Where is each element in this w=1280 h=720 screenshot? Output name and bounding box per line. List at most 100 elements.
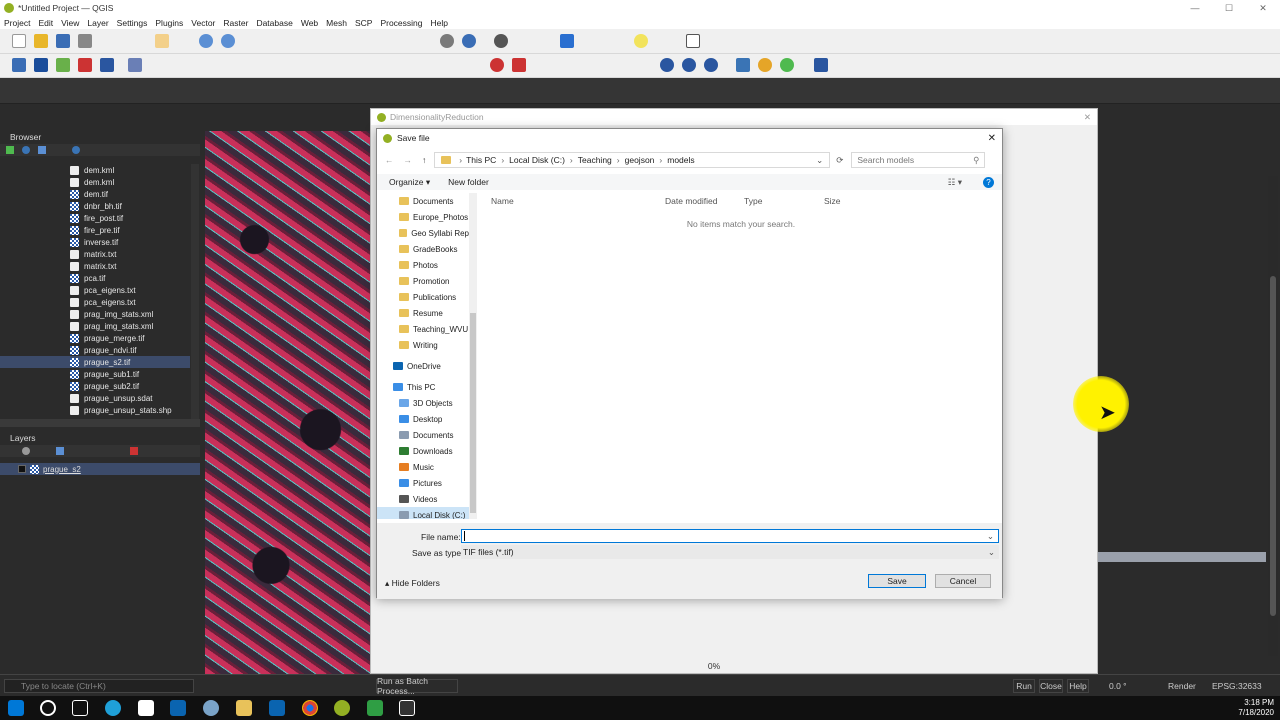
- help-button[interactable]: Help: [1067, 679, 1089, 693]
- browser-item[interactable]: pca.tif: [70, 272, 105, 284]
- browser-item[interactable]: matrix.txt: [70, 260, 116, 272]
- menu-layer[interactable]: Layer: [87, 18, 108, 28]
- add-raster-layer-icon[interactable]: [34, 58, 48, 72]
- deselect-icon[interactable]: [512, 58, 526, 72]
- browser-horizontal-scrollbar[interactable]: [0, 419, 200, 427]
- back-arrow-icon[interactable]: ←: [385, 155, 394, 165]
- save-button[interactable]: Save: [868, 574, 926, 588]
- remove-layer-icon[interactable]: [130, 447, 138, 455]
- close-button[interactable]: Close: [1039, 679, 1063, 693]
- browser-item[interactable]: prag_img_stats.xml: [70, 320, 153, 332]
- clock-icon[interactable]: [440, 34, 454, 48]
- outlook-icon[interactable]: [269, 700, 285, 716]
- nav-item[interactable]: Documents: [377, 193, 469, 209]
- browser-item[interactable]: prague_unsup.sdat: [70, 392, 153, 404]
- menu-help[interactable]: Help: [431, 18, 448, 28]
- browser-item[interactable]: pca_eigens.txt: [70, 296, 136, 308]
- file-name-input[interactable]: ⌄: [461, 529, 999, 543]
- qgis-alt-icon[interactable]: [367, 700, 383, 716]
- nav-item[interactable]: OneDrive: [377, 358, 469, 374]
- new-project-icon[interactable]: [12, 34, 26, 48]
- column-date-modified[interactable]: Date modified: [665, 196, 717, 206]
- clock-date[interactable]: 7/18/2020: [1230, 708, 1274, 717]
- menu-plugins[interactable]: Plugins: [155, 18, 183, 28]
- breadcrumb-local-disk[interactable]: Local Disk (C:): [509, 155, 565, 165]
- nav-item[interactable]: This PC: [377, 379, 469, 395]
- right-scrollbar-thumb[interactable]: [1270, 276, 1276, 616]
- hide-folders-button[interactable]: ▴ Hide Folders: [385, 578, 440, 589]
- print-layout-icon[interactable]: [78, 34, 92, 48]
- add-layer-icon[interactable]: [6, 146, 14, 154]
- globe-icon[interactable]: [660, 58, 674, 72]
- mail-icon[interactable]: [170, 700, 186, 716]
- browser-item[interactable]: prague_s2.tif: [0, 356, 190, 368]
- nav-item[interactable]: Publications: [377, 289, 469, 305]
- menu-scp[interactable]: SCP: [355, 18, 372, 28]
- search-icon[interactable]: [40, 700, 56, 716]
- layer-checkbox[interactable]: [18, 465, 26, 473]
- crs-button[interactable]: EPSG:32633: [1212, 681, 1262, 691]
- python-console-icon[interactable]: [736, 58, 750, 72]
- map-canvas[interactable]: [205, 131, 370, 674]
- maximize-icon[interactable]: ☐: [1212, 0, 1246, 16]
- save-as-type-select[interactable]: TIF files (*.tif) ⌄: [461, 545, 999, 559]
- save-dialog-close-icon[interactable]: ✕: [988, 133, 996, 144]
- digitize-icon[interactable]: [78, 58, 92, 72]
- add-wms-icon[interactable]: [100, 58, 114, 72]
- column-type[interactable]: Type: [744, 196, 762, 206]
- new-folder-button[interactable]: New folder: [448, 177, 489, 187]
- windows-start-icon[interactable]: [8, 700, 24, 716]
- column-name[interactable]: Name: [491, 196, 514, 206]
- save-project-icon[interactable]: [56, 34, 70, 48]
- chevron-down-icon[interactable]: ⌄: [988, 547, 995, 558]
- breadcrumb-this-pc[interactable]: This PC: [466, 155, 496, 165]
- help-icon[interactable]: ?: [983, 176, 994, 188]
- nav-scrollbar-thumb[interactable]: [470, 313, 476, 513]
- menu-web[interactable]: Web: [301, 18, 318, 28]
- processing-close-icon[interactable]: ✕: [1084, 112, 1091, 123]
- qgis-taskbar-icon[interactable]: [334, 700, 350, 716]
- menu-project[interactable]: Project: [4, 18, 30, 28]
- nav-item[interactable]: Promotion: [377, 273, 469, 289]
- globe-3-icon[interactable]: [704, 58, 718, 72]
- open-project-icon[interactable]: [34, 34, 48, 48]
- run-button[interactable]: Run: [1013, 679, 1035, 693]
- identify-icon[interactable]: [494, 34, 508, 48]
- menu-edit[interactable]: Edit: [38, 18, 53, 28]
- settings-gear-icon[interactable]: [560, 34, 574, 48]
- organize-button[interactable]: Organize ▾: [389, 177, 430, 188]
- address-bar[interactable]: › This PC › Local Disk (C:) › Teaching ›…: [434, 152, 831, 168]
- up-arrow-icon[interactable]: ↑: [422, 155, 426, 165]
- view-options-icon[interactable]: ☷ ▾: [948, 177, 962, 188]
- locator-input[interactable]: Type to locate (Ctrl+K): [4, 679, 194, 693]
- edge-icon[interactable]: [105, 700, 121, 716]
- nav-item[interactable]: Geo Syllabi Rep: [377, 225, 469, 241]
- check-geometry-icon[interactable]: [128, 58, 142, 72]
- pan-icon[interactable]: [155, 34, 169, 48]
- add-vector-layer-icon[interactable]: [12, 58, 26, 72]
- close-icon[interactable]: ✕: [1246, 0, 1280, 16]
- task-view-icon[interactable]: [72, 700, 88, 716]
- browser-item[interactable]: fire_pre.tif: [70, 224, 120, 236]
- browser-item[interactable]: matrix.txt: [70, 248, 116, 260]
- filter-legend-icon[interactable]: [56, 447, 64, 455]
- browser-item[interactable]: prague_sub1.tif: [70, 368, 139, 380]
- zoom-in-icon[interactable]: [199, 34, 213, 48]
- nav-item[interactable]: Europe_Photos: [377, 209, 469, 225]
- settings-icon[interactable]: [203, 700, 219, 716]
- annotation-icon[interactable]: [634, 34, 648, 48]
- browser-item[interactable]: inverse.tif: [70, 236, 118, 248]
- cancel-button[interactable]: Cancel: [935, 574, 991, 588]
- rotation-value[interactable]: 0.0 °: [1109, 681, 1127, 691]
- browser-item[interactable]: pca_eigens.txt: [70, 284, 136, 296]
- refresh-icon[interactable]: ⟳: [836, 155, 843, 166]
- browser-item[interactable]: dnbr_bh.tif: [70, 200, 122, 212]
- browser-item[interactable]: prague_sub2.tif: [70, 380, 139, 392]
- info-icon[interactable]: [72, 146, 80, 154]
- app-icon[interactable]: [399, 700, 415, 716]
- forward-arrow-icon[interactable]: →: [404, 155, 413, 165]
- file-explorer-icon[interactable]: [236, 700, 252, 716]
- menu-processing[interactable]: Processing: [380, 18, 422, 28]
- nav-scrollbar[interactable]: [469, 193, 477, 519]
- render-checkbox[interactable]: Render: [1168, 681, 1196, 691]
